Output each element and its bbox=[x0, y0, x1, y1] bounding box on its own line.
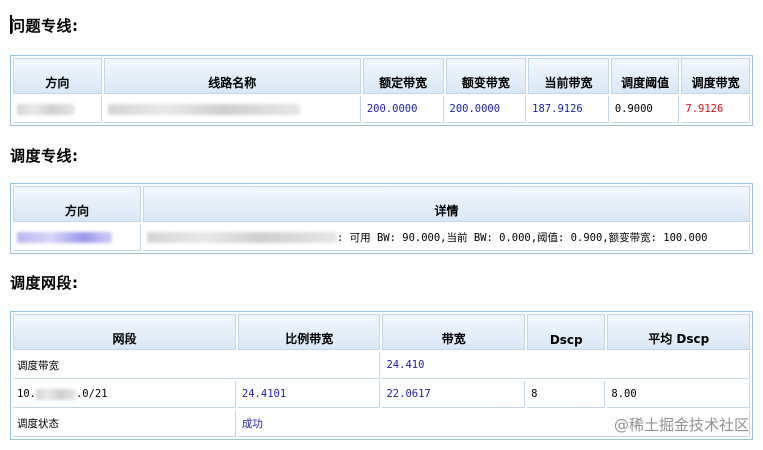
col-header-sched-bw: 调度带宽 bbox=[681, 58, 750, 94]
problem-line-table: 方向 线路名称 额定带宽 额变带宽 当前带宽 调度阈值 调度带宽 200.000… bbox=[10, 55, 753, 126]
cell-rated-bw: 200.0000 bbox=[362, 96, 444, 123]
sched-line-table: 方向 详情 : 可用 BW: 90.000,当前 BW: 0.000,阈值: 0… bbox=[10, 183, 753, 254]
col-header-segment: 网段 bbox=[13, 314, 236, 350]
col-header-avg-dscp: 平均 Dscp bbox=[607, 314, 750, 350]
cell-sched-bw: 7.9126 bbox=[681, 96, 750, 123]
cell-sched-bw-value: 24.410 bbox=[382, 352, 750, 379]
redacted-text bbox=[35, 388, 76, 400]
cell-direction bbox=[13, 224, 141, 251]
cell-direction bbox=[13, 96, 102, 123]
watermark: @稀土掘金技术社区 bbox=[613, 416, 749, 434]
redacted-text bbox=[107, 103, 300, 115]
cell-sched-bw-label: 调度带宽 bbox=[13, 352, 381, 379]
col-header-line-name: 线路名称 bbox=[103, 58, 361, 94]
col-header-threshold: 调度阈值 bbox=[610, 58, 680, 94]
cell-current-bw: 187.9126 bbox=[528, 96, 609, 123]
cell-segment: 10. .0/21 bbox=[13, 381, 236, 408]
cell-bw: 22.0617 bbox=[382, 381, 526, 408]
cell-dscp: 8 bbox=[527, 381, 606, 408]
col-header-detail: 详情 bbox=[143, 186, 750, 222]
col-header-bw: 带宽 bbox=[382, 314, 526, 350]
cell-line-name bbox=[103, 96, 361, 123]
col-header-direction: 方向 bbox=[13, 58, 102, 94]
cell-detail: : 可用 BW: 90.000,当前 BW: 0.000,阈值: 0.900,额… bbox=[143, 224, 750, 251]
cell-threshold: 0.9000 bbox=[610, 96, 680, 123]
col-header-changed-bw: 额变带宽 bbox=[445, 58, 527, 94]
table-row: : 可用 BW: 90.000,当前 BW: 0.000,阈值: 0.900,额… bbox=[13, 224, 750, 251]
redacted-text bbox=[17, 103, 75, 115]
col-header-ratio-bw: 比例带宽 bbox=[237, 314, 381, 350]
redacted-text bbox=[17, 231, 112, 243]
table-row: 调度带宽 24.410 bbox=[13, 352, 750, 379]
col-header-direction: 方向 bbox=[13, 186, 141, 222]
section-title-sched-line: 调度专线: bbox=[10, 147, 79, 165]
col-header-current-bw: 当前带宽 bbox=[528, 58, 609, 94]
col-header-dscp: Dscp bbox=[527, 314, 606, 350]
cell-avg-dscp: 8.00 bbox=[607, 381, 750, 408]
cell-changed-bw: 200.0000 bbox=[445, 96, 527, 123]
ip-suffix: .0/21 bbox=[75, 388, 108, 400]
table-row: 10. .0/21 24.4101 22.0617 8 8.00 bbox=[13, 381, 750, 408]
cell-ratio-bw: 24.4101 bbox=[237, 381, 381, 408]
redacted-text bbox=[147, 232, 337, 243]
ip-prefix: 10. bbox=[17, 388, 36, 400]
detail-text: : 可用 BW: 90.000,当前 BW: 0.000,阈值: 0.900,额… bbox=[337, 231, 708, 244]
cell-status-label: 调度状态 bbox=[13, 410, 236, 437]
col-header-rated-bw: 额定带宽 bbox=[362, 58, 444, 94]
section-title-problem-line: 问题专线: bbox=[10, 17, 79, 35]
table-row: 200.0000 200.0000 187.9126 0.9000 7.9126 bbox=[13, 96, 750, 123]
section-title-sched-segment: 调度网段: bbox=[10, 274, 79, 292]
